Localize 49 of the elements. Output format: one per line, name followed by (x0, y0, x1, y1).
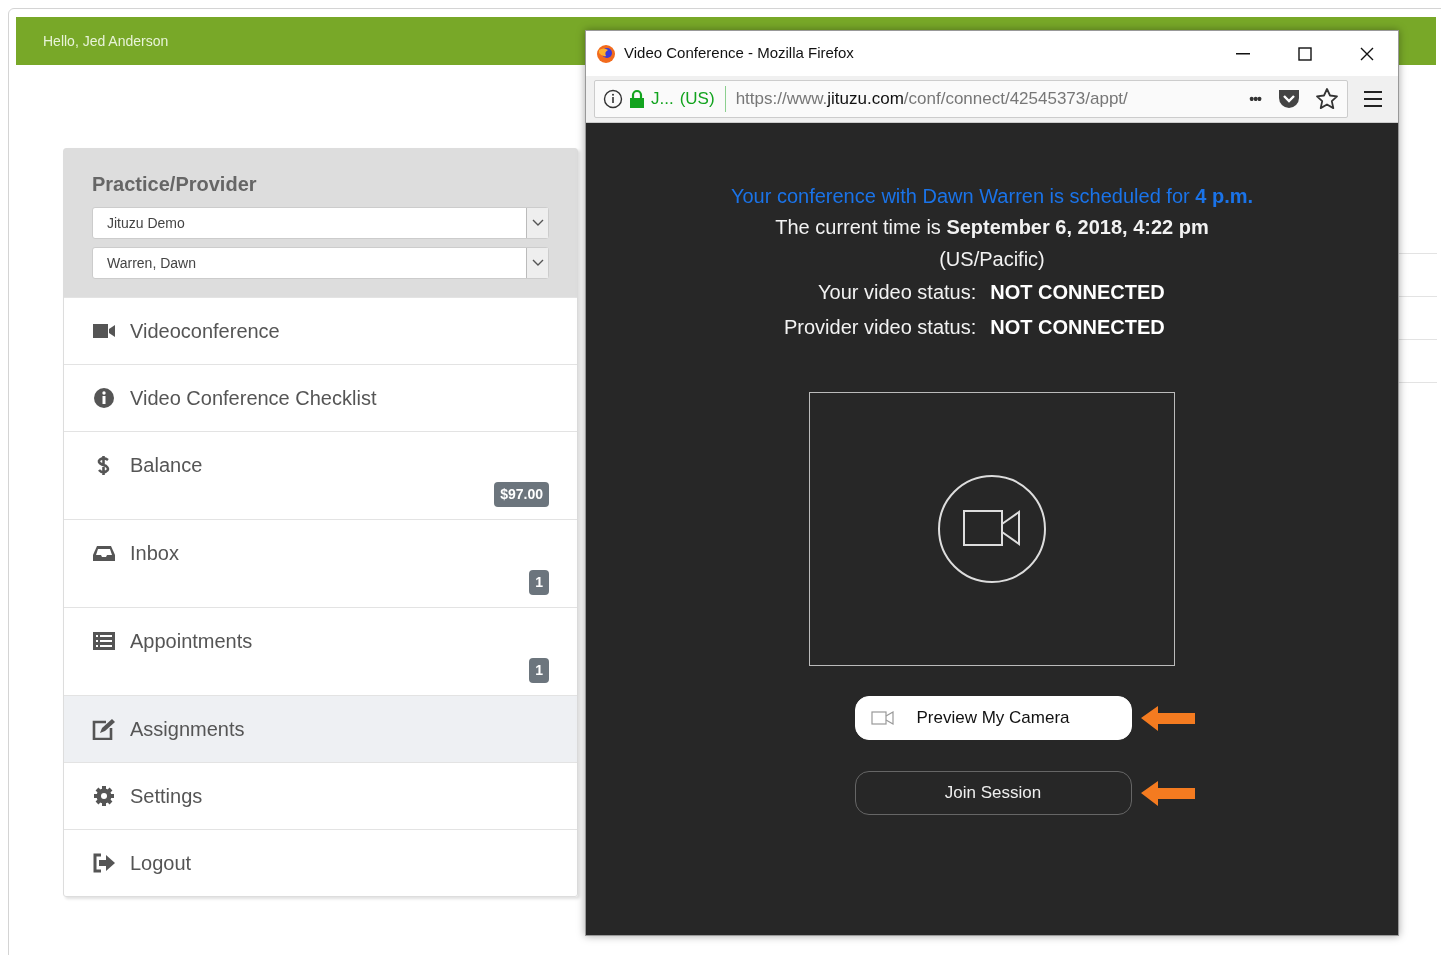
window-title: Video Conference - Mozilla Firefox (624, 43, 854, 64)
status-label: Your video status: (817, 280, 977, 305)
page-actions-button[interactable]: ••• (1249, 88, 1261, 110)
site-identity-text: J... (651, 88, 674, 111)
sidebar-item[interactable]: Balance $97.00 (64, 431, 577, 519)
edit-icon (92, 718, 116, 740)
join-session-button[interactable]: Join Session (854, 771, 1132, 815)
close-icon[interactable] (1360, 46, 1374, 61)
browser-logo-icon (596, 43, 616, 64)
select-field[interactable]: Warren, Dawn (92, 247, 549, 279)
video-camera-icon (937, 474, 1047, 584)
sidebar-item[interactable]: Assignments (64, 695, 577, 762)
star-icon[interactable] (1315, 87, 1339, 111)
status-value: NOT CONNECTED (990, 280, 1165, 305)
lock-icon (629, 89, 645, 109)
select-field[interactable]: Jituzu Demo (92, 207, 549, 239)
sidebar-item[interactable]: Videoconference (64, 297, 577, 364)
count-badge: $97.00 (494, 482, 549, 507)
greeting-text: Hello, Jed Anderson (43, 31, 169, 51)
count-badge: 1 (529, 570, 549, 595)
caret-icon[interactable] (531, 219, 544, 227)
arrow-icon (1139, 705, 1196, 731)
status-label: Provider video status: (782, 315, 977, 340)
info-icon[interactable] (603, 89, 623, 109)
settings-icon (92, 785, 116, 807)
url-text: https://www.jituzu.com/conf/connect/42545373/appt/ (735, 88, 1128, 111)
camera-icon (870, 711, 895, 725)
preview-camera-button[interactable]: Preview My Camera (854, 696, 1132, 740)
timezone-text: (US/Pacific) (939, 247, 1045, 272)
list-icon (92, 630, 116, 652)
minimize-icon[interactable] (1236, 52, 1250, 55)
pocket-icon[interactable] (1277, 88, 1301, 110)
caret-icon[interactable] (531, 259, 544, 267)
arrow-icon (1139, 780, 1196, 806)
maximize-icon[interactable] (1298, 46, 1312, 61)
address-bar[interactable]: J... (US) https://www.jituzu.com/conf/connect/42545373/appt/ ••• (594, 80, 1348, 118)
logout-icon (92, 852, 116, 874)
sidebar-item[interactable]: Logout (64, 829, 577, 896)
count-badge: 1 (529, 658, 549, 683)
country-text: (US) (679, 88, 715, 111)
sidebar-item[interactable]: Settings (64, 762, 577, 829)
menu-icon[interactable] (1362, 89, 1384, 109)
sidebar-item[interactable]: Inbox 1 (64, 519, 577, 607)
status-value: NOT CONNECTED (990, 315, 1165, 340)
panel-title: Practice/Provider (92, 172, 258, 197)
info-icon (92, 387, 116, 409)
schedule-message: Your conference with Dawn Warren is scheduled for 4 p.m. (730, 184, 1254, 209)
current-time-text: The current time is September 6, 2018, 4:22 pm (775, 215, 1209, 240)
sidebar-item[interactable]: Video Conference Checklist (64, 364, 577, 431)
